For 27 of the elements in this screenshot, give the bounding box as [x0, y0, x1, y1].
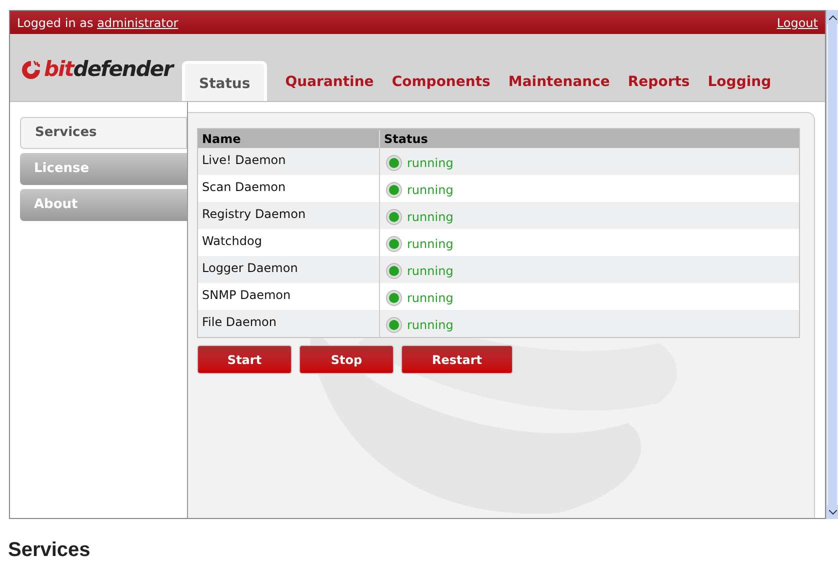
nav-tab[interactable]: Reports: [628, 72, 690, 101]
sidebar-item[interactable]: Services: [20, 117, 187, 149]
nav-tab[interactable]: Components: [392, 72, 490, 101]
nav-tab[interactable]: Maintenance: [508, 72, 610, 101]
nav-tab[interactable]: Status: [182, 61, 268, 101]
logout-link[interactable]: Logout: [776, 14, 818, 32]
nav-tab[interactable]: Quarantine: [285, 72, 374, 101]
section-caption: Services: [8, 538, 90, 563]
action-button[interactable]: Start: [197, 345, 292, 374]
scroll-up-icon[interactable]: [827, 10, 838, 24]
action-button[interactable]: Restart: [401, 345, 513, 374]
login-text: Logged in as administrator: [17, 14, 178, 32]
user-link[interactable]: administrator: [97, 16, 178, 30]
status-text: running: [407, 317, 454, 334]
status-text: running: [407, 155, 454, 172]
logo-text: bitdefender: [44, 59, 173, 80]
status-text: running: [407, 236, 454, 253]
action-button[interactable]: Stop: [299, 345, 394, 374]
scroll-down-icon[interactable]: [827, 505, 838, 519]
status-text: running: [407, 263, 454, 280]
table-cell: File Daemon: [198, 310, 380, 337]
status-text: running: [407, 182, 454, 199]
logo-swirl-icon: [20, 60, 42, 80]
nav-tab[interactable]: Logging: [708, 72, 772, 101]
status-text: running: [407, 209, 454, 226]
status-text: running: [407, 290, 454, 307]
column-header: Status: [383, 130, 428, 148]
